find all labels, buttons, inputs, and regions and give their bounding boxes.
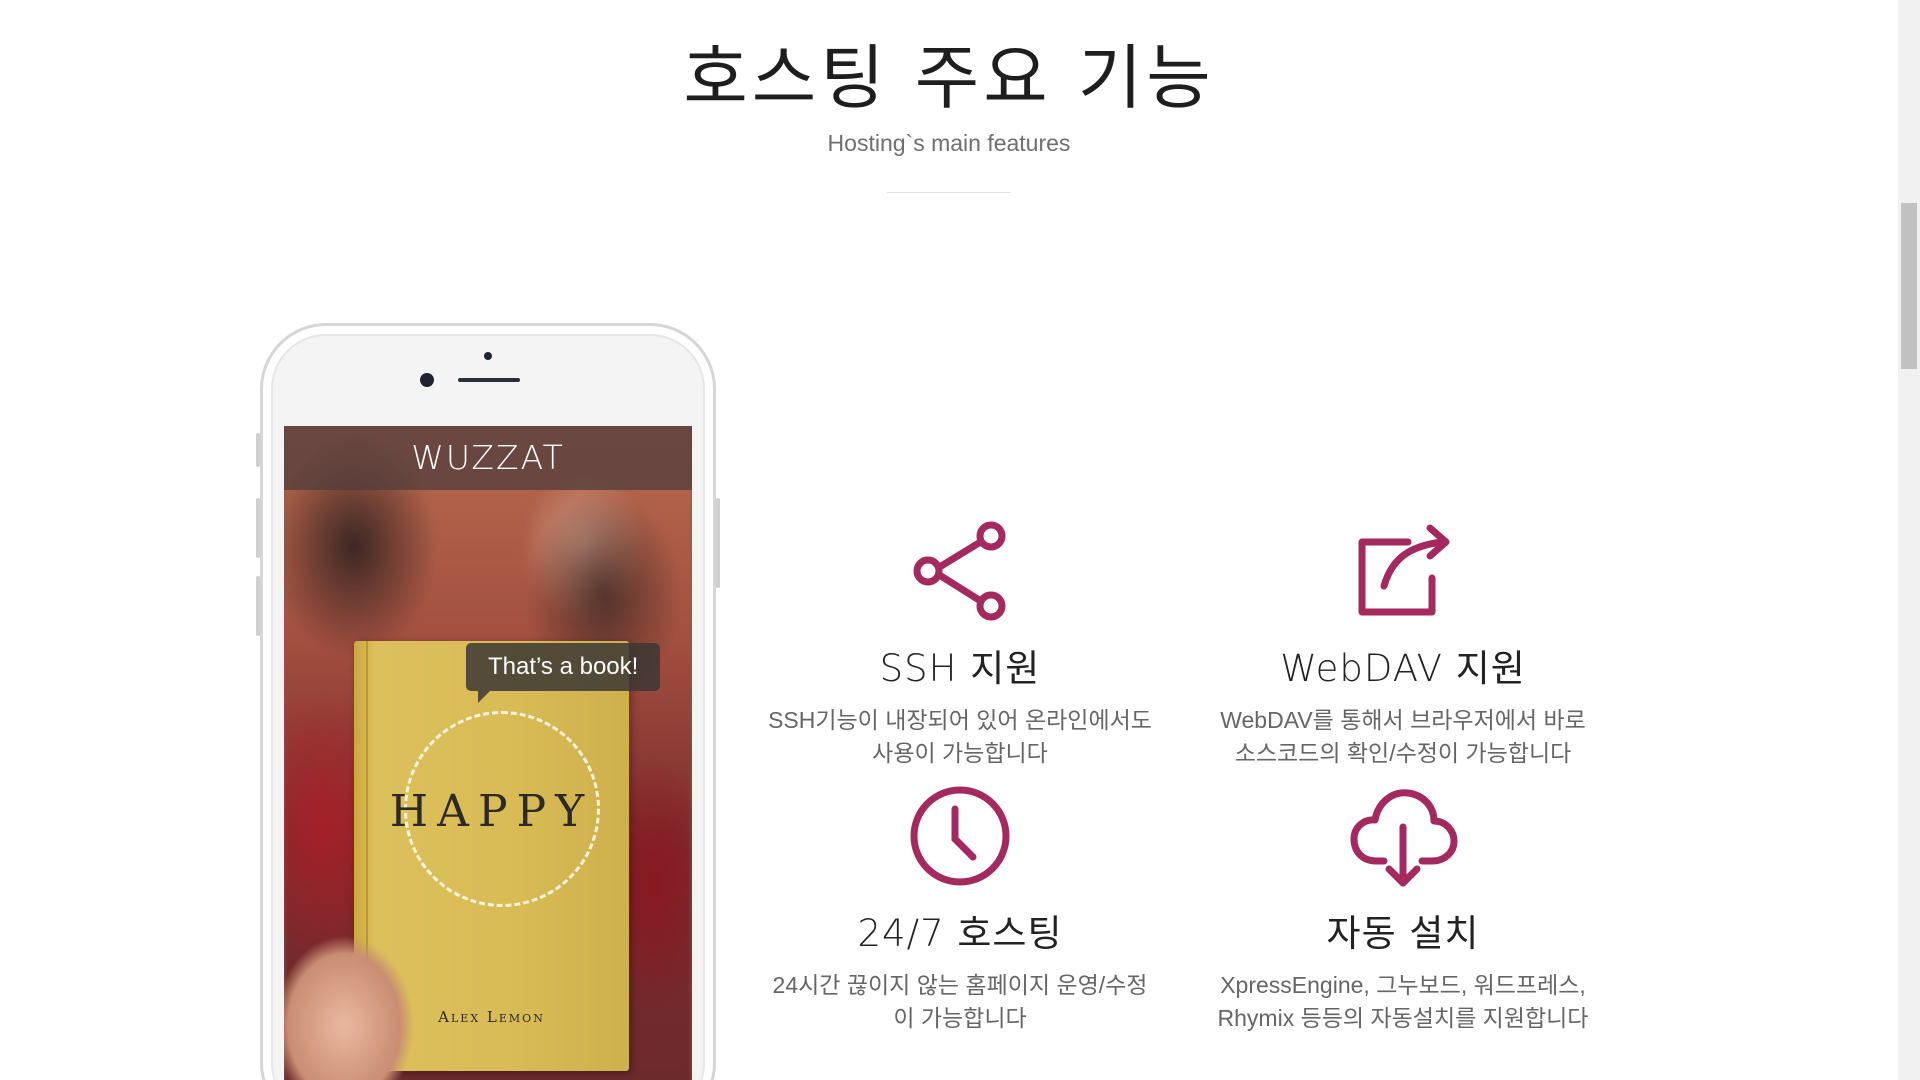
title-divider (887, 192, 1011, 193)
app-title: WUZZAT (284, 426, 692, 490)
feature-24-7-hosting: 24/7 호스팅 24시간 끊이지 않는 홈페이지 운영/수정 이 가능합니다 (740, 781, 1180, 1035)
section-title: 호스팅 주요 기능 (683, 37, 1215, 119)
scrollbar-thumb[interactable] (1901, 203, 1917, 369)
phone-sensor (484, 352, 492, 360)
feature-description-line: SSH기능이 내장되어 있어 온라인에서도 (768, 707, 1152, 733)
feature-webdav: WebDAV 지원 WebDAV를 통해서 브라우저에서 바로 소스코드의 확인… (1183, 516, 1623, 770)
feature-description-line: 24시간 끊이지 않는 홈페이지 운영/수정 (772, 972, 1148, 998)
feature-auto-install: 자동 설치 XpressEngine, 그누보드, 워드프레스, Rhymix … (1183, 781, 1623, 1035)
vertical-scrollbar[interactable] (1898, 0, 1920, 1080)
feature-description-line: 사용이 가능합니다 (872, 740, 1048, 766)
feature-description: WebDAV를 통해서 브라우저에서 바로 소스코드의 확인/수정이 가능합니다 (1183, 704, 1623, 770)
phone-speaker (458, 378, 520, 382)
feature-ssh: SSH 지원 SSH기능이 내장되어 있어 온라인에서도 사용이 가능합니다 (740, 516, 1180, 770)
page: 호스팅 주요 기능 Hosting`s main features HAPPY … (0, 0, 1920, 1080)
feature-description: 24시간 끊이지 않는 홈페이지 운영/수정 이 가능합니다 (740, 969, 1180, 1035)
phone-power-button (716, 498, 720, 588)
phone-screen: HAPPY Alex Lemon That’s a book! WUZZAT (284, 426, 692, 1080)
phone-volume-down-button (256, 576, 260, 636)
feature-description-line: WebDAV를 통해서 브라우저에서 바로 (1220, 707, 1586, 733)
feature-description-line: 소스코드의 확인/수정이 가능합니다 (1234, 740, 1572, 766)
phone-mockup: HAPPY Alex Lemon That’s a book! WUZZAT (256, 323, 720, 1080)
phone-camera (420, 373, 434, 387)
feature-description: SSH기능이 내장되어 있어 온라인에서도 사용이 가능합니다 (740, 704, 1180, 770)
feature-description-line: 이 가능합니다 (893, 1005, 1027, 1031)
cloud-download-icon (1350, 789, 1458, 887)
clock-icon (910, 786, 1010, 886)
section-subtitle: Hosting`s main features (827, 130, 1071, 156)
feature-description-line: Rhymix 등등의 자동설치를 지원합니다 (1217, 1005, 1589, 1031)
external-link-icon (1358, 524, 1450, 616)
feature-description-line: XpressEngine, 그누보드, 워드프레스, (1220, 972, 1586, 998)
share-icon (913, 521, 1006, 621)
feature-title: WebDAV 지원 (1280, 647, 1526, 690)
hand-image (284, 926, 419, 1080)
book-title: HAPPY (389, 786, 594, 837)
feature-title: 자동 설치 (1326, 912, 1480, 955)
feature-title: SSH 지원 (879, 647, 1041, 690)
phone-mute-switch (256, 433, 260, 467)
feature-description: XpressEngine, 그누보드, 워드프레스, Rhymix 등등의 자동… (1183, 969, 1623, 1035)
feature-title: 24/7 호스팅 (857, 912, 1063, 955)
recognition-tooltip: That’s a book! (466, 643, 661, 703)
phone-volume-up-button (256, 498, 260, 558)
